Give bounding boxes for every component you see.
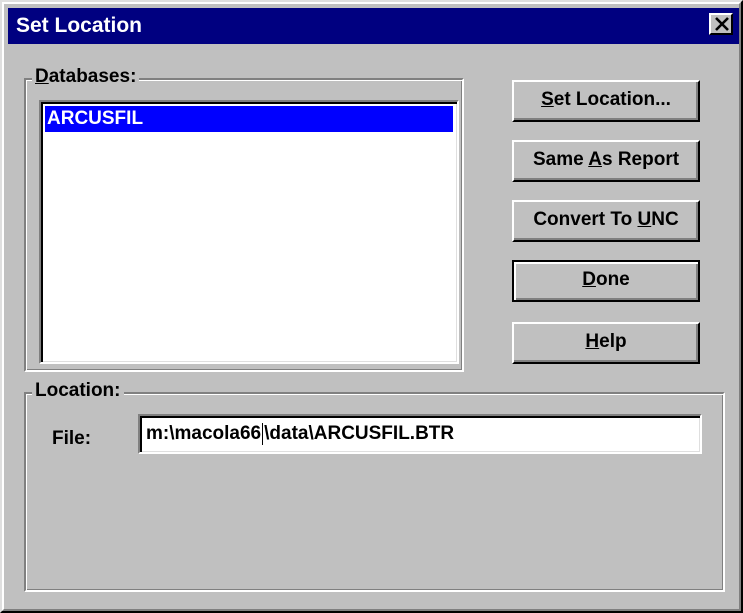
same-as-report-post: s Report — [601, 149, 680, 170]
title-bar[interactable]: Set Location — [8, 8, 739, 44]
file-path-text-before-caret: m:\macola66 — [146, 423, 262, 444]
convert-to-unc-pre: Convert To — [533, 209, 638, 230]
help-mnemonic: H — [585, 331, 600, 352]
convert-to-unc-post: NC — [651, 209, 679, 230]
close-icon — [715, 17, 729, 31]
convert-to-unc-mnemonic: U — [637, 209, 652, 230]
file-path-text-after-caret: \data\ARCUSFIL.BTR — [264, 423, 455, 444]
databases-listbox[interactable]: ARCUSFIL — [39, 100, 459, 364]
same-as-report-button[interactable]: Same As Report — [512, 140, 700, 182]
list-item[interactable]: ARCUSFIL — [45, 106, 453, 132]
file-path-field[interactable]: m:\macola66 \data\ARCUSFIL.BTR — [138, 414, 702, 454]
dialog-title: Set Location — [16, 14, 143, 37]
close-button[interactable] — [709, 13, 733, 35]
convert-to-unc-button[interactable]: Convert To UNC — [512, 200, 700, 242]
set-location-button[interactable]: Set Location... — [512, 80, 700, 122]
set-location-dialog: Set Location Databases: ARCUSFIL Set Loc… — [0, 0, 743, 613]
text-caret — [262, 422, 264, 445]
same-as-report-mnemonic: A — [588, 149, 602, 170]
file-label: File: — [52, 428, 92, 449]
databases-group-label: Databases: — [32, 66, 140, 88]
help-post: elp — [599, 331, 627, 352]
done-post: one — [595, 269, 630, 290]
databases-label-text: atabases: — [48, 66, 137, 87]
same-as-report-pre: Same — [532, 149, 589, 170]
location-group-label: Location: — [32, 380, 124, 402]
databases-label-mnemonic: D — [35, 66, 49, 87]
dialog-frame: Set Location Databases: ARCUSFIL Set Loc… — [2, 2, 741, 611]
done-button[interactable]: Done — [512, 260, 700, 302]
help-button[interactable]: Help — [512, 322, 700, 364]
set-location-mnemonic: S — [541, 89, 554, 110]
done-mnemonic: D — [582, 269, 596, 290]
set-location-post: et Location... — [553, 89, 671, 110]
